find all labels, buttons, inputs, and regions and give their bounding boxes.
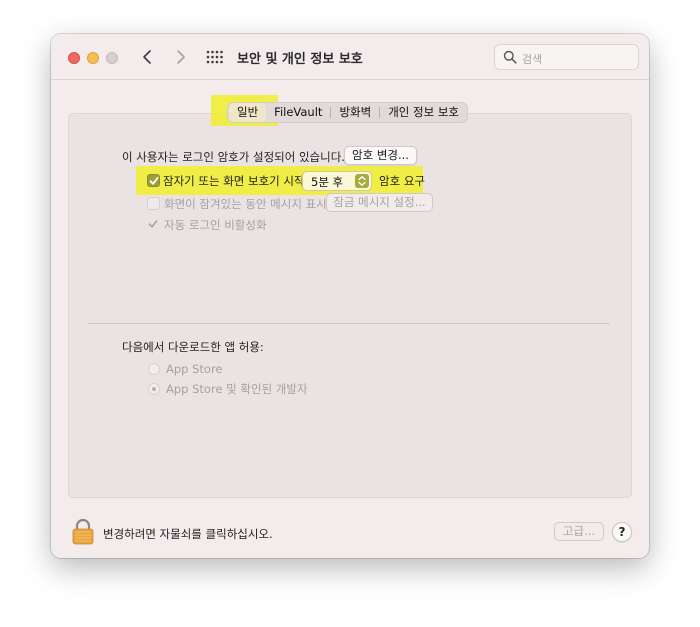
disable-autologin-label: 자동 로그인 비활성화 bbox=[164, 218, 267, 232]
search-icon bbox=[503, 50, 517, 64]
back-arrow-icon[interactable] bbox=[137, 46, 159, 68]
close-window-button[interactable] bbox=[68, 52, 80, 64]
lock-text: 변경하려면 자물쇠를 클릭하십시오. bbox=[103, 527, 273, 541]
window-title: 보안 및 개인 정보 보호 bbox=[237, 52, 363, 67]
radio-app-store-identified[interactable] bbox=[148, 383, 160, 395]
minimize-window-button[interactable] bbox=[87, 52, 99, 64]
titlebar: 보안 및 개인 정보 보호 검색 bbox=[51, 34, 649, 80]
preferences-window: 보안 및 개인 정보 보호 검색 일반 FileVault 방화벽 개인 정보 … bbox=[51, 34, 649, 558]
show-all-grid-icon[interactable] bbox=[206, 50, 224, 64]
search-placeholder: 검색 bbox=[522, 53, 543, 66]
downloads-heading: 다음에서 다운로드한 앱 허용: bbox=[122, 340, 264, 354]
section-divider bbox=[88, 323, 610, 324]
tab-bar: 일반 FileVault 방화벽 개인 정보 보호 bbox=[227, 102, 468, 123]
radio-app-store-label: App Store bbox=[166, 362, 223, 376]
popup-arrows-icon bbox=[355, 174, 369, 188]
checkmark-icon bbox=[148, 220, 158, 228]
change-password-button[interactable]: 암호 변경... bbox=[344, 146, 417, 165]
require-password-delay-popup[interactable]: 5분 후 bbox=[302, 171, 372, 191]
advanced-button[interactable]: 고급... bbox=[554, 522, 604, 541]
require-password-label: 잠자기 또는 화면 보호기 시작 bbox=[163, 174, 305, 188]
help-button[interactable]: ? bbox=[612, 522, 632, 542]
tab-filevault[interactable]: FileVault bbox=[266, 103, 330, 122]
tab-firewall[interactable]: 방화벽 bbox=[331, 103, 379, 122]
show-message-checkbox[interactable] bbox=[147, 197, 160, 210]
zoom-window-button[interactable] bbox=[106, 52, 118, 64]
tab-privacy[interactable]: 개인 정보 보호 bbox=[380, 103, 467, 122]
require-password-checkbox[interactable] bbox=[147, 174, 160, 187]
set-lock-message-button[interactable]: 잠금 메시지 설정... bbox=[326, 193, 433, 212]
checkmark-icon bbox=[149, 177, 159, 185]
radio-selected-dot bbox=[152, 387, 156, 391]
search-field[interactable]: 검색 bbox=[494, 44, 639, 70]
radio-app-store[interactable] bbox=[148, 363, 160, 375]
tab-general[interactable]: 일반 bbox=[229, 103, 267, 122]
password-set-text: 이 사용자는 로그인 암호가 설정되어 있습니다. bbox=[122, 150, 345, 164]
forward-arrow-icon[interactable] bbox=[169, 46, 191, 68]
padlock-icon[interactable] bbox=[72, 518, 94, 545]
disable-autologin-checkbox[interactable] bbox=[147, 218, 160, 231]
delay-value: 5분 후 bbox=[311, 175, 344, 189]
show-message-label: 화면이 잠겨있는 동안 메시지 표시 bbox=[164, 197, 327, 211]
radio-app-store-identified-label: App Store 및 확인된 개발자 bbox=[166, 382, 308, 396]
require-password-suffix: 암호 요구 bbox=[379, 174, 425, 188]
